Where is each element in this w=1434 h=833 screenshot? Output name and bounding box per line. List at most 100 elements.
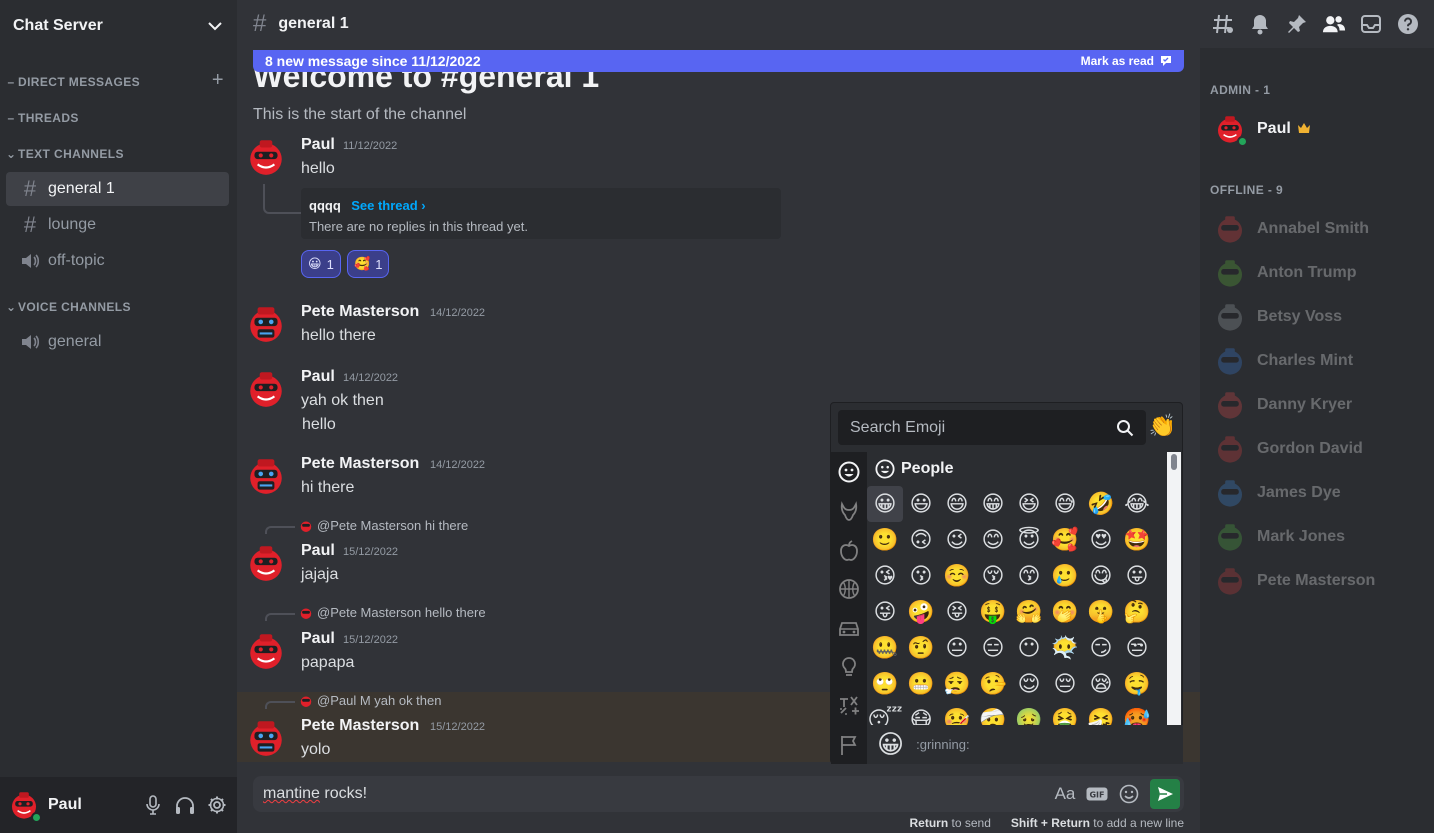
emoji-cell[interactable]: 🤥 [975, 666, 1011, 702]
section-text-channels[interactable]: ⌄ TEXT CHANNELS [0, 144, 237, 164]
member-item[interactable]: Danny Kryer [1214, 387, 1424, 423]
member-item[interactable]: Charles Mint [1214, 343, 1424, 379]
member-item[interactable]: Annabel Smith [1214, 211, 1424, 247]
basketball-icon[interactable] [831, 569, 867, 608]
emoji-cell[interactable]: 🤤 [1119, 666, 1155, 702]
emoji-cell[interactable]: 😌 [1011, 666, 1047, 702]
message-author[interactable]: Pete Masterson [301, 455, 419, 473]
inbox-icon[interactable] [1359, 12, 1383, 36]
mark-as-read-button[interactable]: Mark as read [1081, 54, 1172, 68]
emoji-cell[interactable]: 😅 [1047, 486, 1083, 522]
emoji-cell[interactable]: 😐 [939, 630, 975, 666]
avatar[interactable] [245, 717, 287, 764]
section-direct-messages[interactable]: – DIRECT MESSAGES + [0, 69, 237, 92]
avatar[interactable] [245, 455, 287, 502]
paw-icon[interactable] [831, 491, 867, 530]
members-list-icon[interactable] [1322, 12, 1346, 36]
emoji-cell[interactable]: 😇 [1011, 522, 1047, 558]
add-dm-icon[interactable]: + [212, 69, 224, 92]
emoji-search[interactable] [838, 410, 1146, 445]
emoji-cell[interactable]: 😂 [1119, 486, 1155, 522]
member-item[interactable]: Betsy Voss [1214, 299, 1424, 335]
emoji-cell[interactable]: 😶 [1011, 630, 1047, 666]
emoji-cell[interactable]: 🤒 [939, 702, 975, 725]
section-threads[interactable]: – THREADS [0, 108, 237, 128]
emoji-cell[interactable]: 😀 [867, 486, 903, 522]
emoji-cell[interactable]: 😚 [975, 558, 1011, 594]
gif-icon[interactable]: GIF [1086, 783, 1108, 805]
emoji-cell[interactable]: 😶‍🌫️ [1047, 630, 1083, 666]
reply-reference[interactable]: @Pete Masterson hi there [299, 518, 468, 533]
emoji-cell[interactable]: 😴 [867, 702, 903, 725]
flag-icon[interactable] [831, 725, 867, 764]
emoji-cell[interactable]: ☺️ [939, 558, 975, 594]
notification-bell-icon[interactable] [1248, 12, 1272, 36]
voice-channel-general[interactable]: general [6, 325, 229, 359]
lightbulb-icon[interactable] [831, 647, 867, 686]
emoji-cell[interactable]: 😁 [975, 486, 1011, 522]
emoji-cell[interactable]: 😉 [939, 522, 975, 558]
threads-icon[interactable] [1211, 12, 1235, 36]
apple-icon[interactable] [831, 530, 867, 569]
emoji-cell[interactable]: 😍 [1083, 522, 1119, 558]
avatar[interactable] [245, 368, 287, 415]
reply-reference[interactable]: @Pete Masterson hello there [299, 605, 486, 620]
help-icon[interactable] [1396, 12, 1420, 36]
member-item[interactable]: Paul [1214, 111, 1424, 147]
message-author[interactable]: Paul [301, 136, 335, 154]
emoji-cell[interactable]: 😮‍💨 [939, 666, 975, 702]
emoji-cell[interactable]: 😄 [939, 486, 975, 522]
emoji-cell[interactable]: 😃 [903, 486, 939, 522]
emoji-cell[interactable]: 😑 [975, 630, 1011, 666]
emoji-cell[interactable]: 🥲 [1047, 558, 1083, 594]
message-author[interactable]: Paul [301, 368, 335, 386]
channel-general-1[interactable]: # general 1 [6, 172, 229, 206]
new-messages-banner[interactable]: 8 new message since 11/12/2022 Mark as r… [253, 50, 1184, 72]
emoji-cell[interactable]: 😆 [1011, 486, 1047, 522]
emoji-cell[interactable]: 🙂 [867, 522, 903, 558]
headphones-icon[interactable] [173, 793, 197, 817]
microphone-icon[interactable] [141, 793, 165, 817]
emoji-cell[interactable]: 😊 [975, 522, 1011, 558]
emoji-cell[interactable]: 🤨 [903, 630, 939, 666]
reaction-smiling-hearts[interactable]: 🥰 1 [347, 250, 390, 278]
avatar[interactable] [245, 136, 287, 183]
emoji-cell[interactable]: 🤩 [1119, 522, 1155, 558]
message-author[interactable]: Pete Masterson [301, 717, 419, 735]
message-input[interactable]: mantine rocks! Aa GIF [253, 776, 1184, 812]
message-author[interactable]: Paul [301, 542, 335, 560]
emoji-cell[interactable]: 🙃 [903, 522, 939, 558]
emoji-button-icon[interactable] [1118, 783, 1140, 805]
emoji-cell[interactable]: 🤗 [1011, 594, 1047, 630]
car-icon[interactable] [831, 608, 867, 647]
settings-gear-icon[interactable] [205, 793, 229, 817]
thread-preview[interactable]: qqqq See thread › There are no replies i… [301, 188, 781, 239]
emoji-cell[interactable]: 🤑 [975, 594, 1011, 630]
emoji-cell[interactable]: 😜 [867, 594, 903, 630]
emoji-cell[interactable]: 😪 [1083, 666, 1119, 702]
emoji-cell[interactable]: 🥰 [1047, 522, 1083, 558]
chevron-down-icon[interactable] [206, 17, 224, 35]
emoji-cell[interactable]: 😷 [903, 702, 939, 725]
skin-tone-selector[interactable]: 👏 [1149, 413, 1176, 439]
emoji-cell[interactable]: 😝 [939, 594, 975, 630]
message-author[interactable]: Pete Masterson [301, 303, 419, 321]
symbols-icon[interactable] [831, 686, 867, 725]
pin-icon[interactable] [1285, 12, 1309, 36]
member-item[interactable]: James Dye [1214, 475, 1424, 511]
emoji-cell[interactable]: 😔 [1047, 666, 1083, 702]
emoji-cell[interactable]: 🤮 [1047, 702, 1083, 725]
message-author[interactable]: Paul [301, 630, 335, 648]
emoji-cell[interactable]: 😛 [1119, 558, 1155, 594]
smiley-icon[interactable] [831, 452, 867, 491]
emoji-cell[interactable]: 🤫 [1083, 594, 1119, 630]
server-header[interactable]: Chat Server [0, 0, 237, 52]
send-button[interactable] [1150, 779, 1180, 809]
emoji-cell[interactable]: 😘 [867, 558, 903, 594]
member-item[interactable]: Gordon David [1214, 431, 1424, 467]
emoji-cell[interactable]: 😗 [903, 558, 939, 594]
emoji-cell[interactable]: 😬 [903, 666, 939, 702]
emoji-cell[interactable]: 🤭 [1047, 594, 1083, 630]
member-item[interactable]: Pete Masterson [1214, 563, 1424, 599]
emoji-cell[interactable]: 😙 [1011, 558, 1047, 594]
